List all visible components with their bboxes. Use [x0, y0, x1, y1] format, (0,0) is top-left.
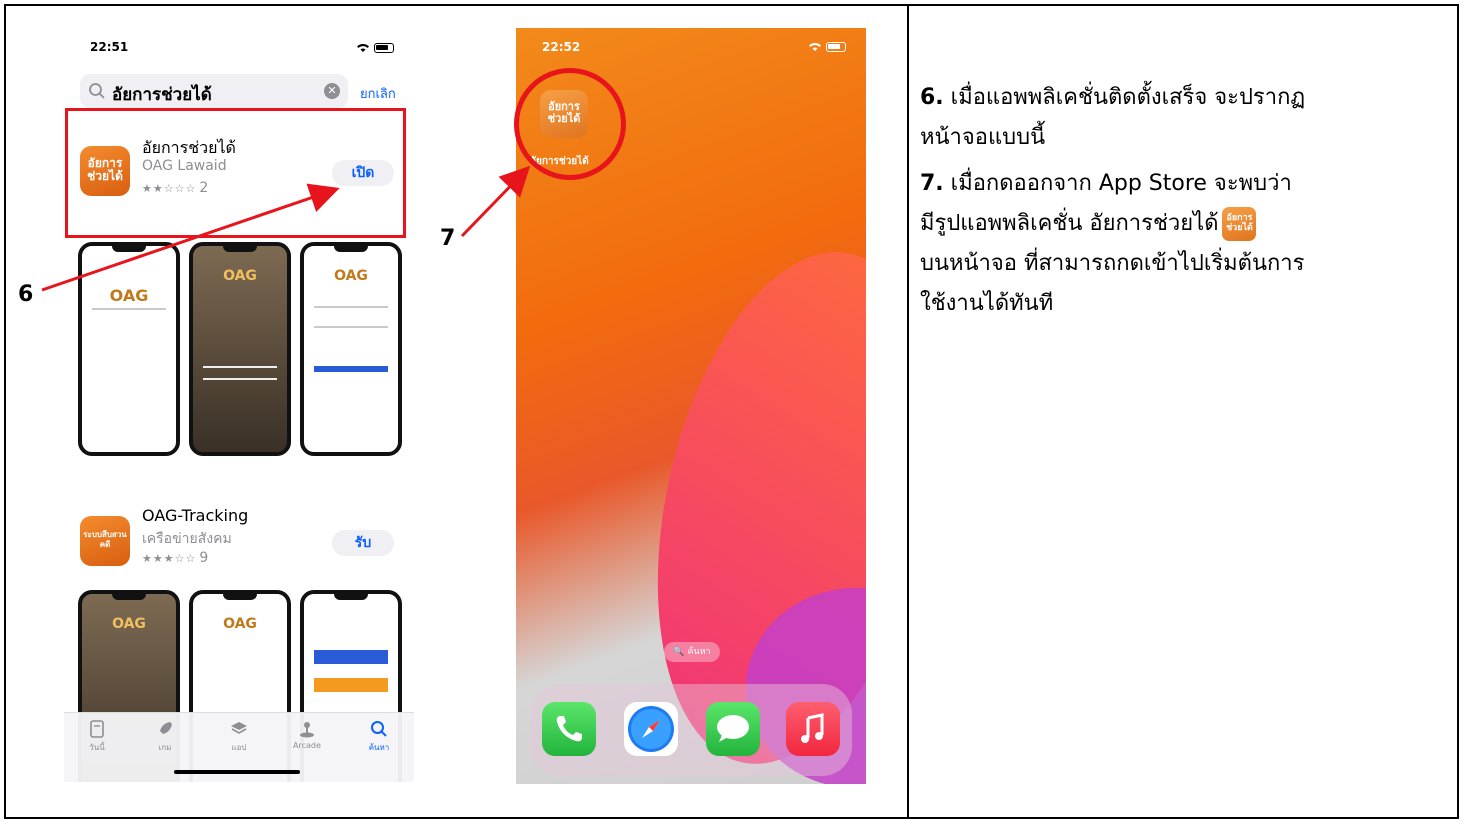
step-7-line: ใช้งานได้ทันที — [920, 291, 1054, 316]
step-7-line: มีรูปแอพพลิเคชั่น อัยการช่วยได้ อัยการ ช่… — [920, 204, 1440, 244]
step-7-line: บนหน้าจอ ที่สามารถกดเข้าไปเริ่มต้นการ — [920, 251, 1305, 276]
instructions-text: 6. เมื่อแอพพลิเคชั่นติดตั้งเสร็จ จะปรากฏ… — [920, 78, 1440, 324]
arrow-step6 — [41, 183, 340, 292]
step-7-marker: 7 — [440, 226, 456, 251]
oag-lawaid-inline-icon: อัยการ ช่วยได้ — [1222, 207, 1257, 241]
step-7-line: 7. เมื่อกดออกจาก App Store จะพบว่า — [920, 171, 1292, 196]
step-6-marker: 6 — [18, 282, 34, 307]
step-6-line: หน้าจอแบบนี้ — [920, 125, 1046, 150]
arrow-step7 — [460, 165, 531, 238]
step-6-line: 6. เมื่อแอพพลิเคชั่นติดตั้งเสร็จ จะปรากฏ — [920, 85, 1306, 110]
